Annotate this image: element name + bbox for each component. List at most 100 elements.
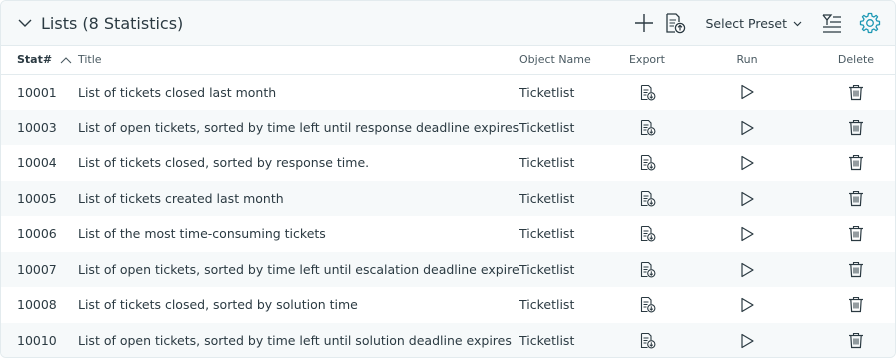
column-header-object[interactable]: Object Name (519, 46, 617, 75)
select-preset-dropdown[interactable]: Select Preset (705, 16, 802, 31)
stat-title[interactable]: List of tickets closed, sorted by soluti… (78, 287, 519, 323)
stat-title[interactable]: List of tickets closed, sorted by respon… (78, 145, 519, 181)
trash-icon (849, 119, 863, 135)
add-button[interactable] (633, 12, 655, 34)
stat-title[interactable]: List of tickets closed last month (78, 74, 519, 110)
document-download-icon (640, 332, 655, 349)
import-button[interactable] (663, 11, 687, 35)
stat-title[interactable]: List of open tickets, sorted by time lef… (78, 323, 519, 358)
delete-button[interactable] (848, 190, 864, 207)
export-button[interactable] (639, 225, 656, 242)
document-download-icon (640, 297, 655, 313)
stat-number[interactable]: 10003 (1, 110, 78, 146)
document-upload-icon (666, 13, 686, 34)
run-button[interactable] (739, 226, 755, 242)
stat-title[interactable]: List of tickets created last month (78, 181, 519, 217)
widget-header: Lists (8 Statistics) Select Preset (1, 1, 895, 46)
column-header-title[interactable]: Title (78, 46, 519, 75)
play-icon (741, 333, 754, 348)
stat-number[interactable]: 10005 (1, 181, 78, 217)
run-button[interactable] (739, 333, 755, 349)
play-icon (741, 85, 754, 100)
column-header-stat[interactable]: Stat# (1, 46, 78, 75)
object-name: Ticketlist (519, 155, 575, 171)
object-name: Ticketlist (519, 84, 575, 100)
collapse-toggle[interactable] (17, 15, 33, 31)
document-download-icon (640, 190, 655, 207)
column-label-delete: Delete (837, 53, 875, 67)
delete-button[interactable] (848, 84, 864, 101)
run-button[interactable] (739, 84, 755, 100)
column-label-object: Object Name (519, 53, 591, 67)
run-button[interactable] (739, 120, 755, 136)
play-icon (741, 120, 754, 135)
document-download-icon (640, 119, 655, 136)
sort-ascending-icon (60, 57, 72, 64)
table-row[interactable]: 10004 List of tickets closed, sorted by … (1, 145, 895, 181)
table-row[interactable]: 10001 List of tickets closed last month … (1, 74, 895, 110)
table-row[interactable]: 10007 List of open tickets, sorted by ti… (1, 251, 895, 288)
trash-icon (849, 261, 863, 277)
preset-label: Select Preset (705, 15, 787, 31)
trash-icon (849, 190, 863, 206)
stat-number[interactable]: 10001 (1, 74, 78, 110)
trash-icon (849, 226, 863, 242)
statistics-table: Stat# Title Object Name Export Run Delet… (1, 46, 895, 358)
stat-number[interactable]: 10006 (1, 216, 78, 252)
object-name: Ticketlist (519, 119, 575, 135)
plus-icon (635, 14, 654, 32)
object-name: Ticketlist (519, 261, 575, 277)
stat-title[interactable]: List of open tickets, sorted by time lef… (78, 110, 519, 146)
export-button[interactable] (639, 154, 656, 171)
run-button[interactable] (739, 262, 755, 278)
column-header-run: Run (677, 46, 817, 75)
run-button[interactable] (739, 297, 755, 313)
export-button[interactable] (639, 296, 656, 313)
column-label-title: Title (78, 53, 102, 67)
delete-button[interactable] (848, 332, 864, 349)
table-body: 10001 List of tickets closed last month … (1, 74, 895, 358)
export-button[interactable] (639, 332, 656, 349)
delete-button[interactable] (848, 296, 864, 313)
stat-number[interactable]: 10007 (1, 252, 78, 288)
chevron-down-icon (793, 21, 802, 26)
table-header-row: Stat# Title Object Name Export Run Delet… (1, 46, 895, 75)
widget-title: Lists (8 Statistics) (41, 13, 184, 33)
stat-title[interactable]: List of open tickets, sorted by time lef… (78, 252, 519, 288)
export-button[interactable] (639, 190, 656, 207)
delete-button[interactable] (848, 225, 864, 242)
delete-button[interactable] (848, 261, 864, 278)
object-name: Ticketlist (519, 332, 575, 348)
delete-button[interactable] (848, 154, 864, 171)
filter-button[interactable] (820, 11, 844, 35)
play-icon (741, 226, 754, 242)
chevron-down-icon (18, 19, 32, 27)
stat-number[interactable]: 10008 (1, 287, 78, 323)
column-label-run: Run (736, 53, 758, 67)
document-download-icon (640, 226, 655, 242)
table-row[interactable]: 10010 List of open tickets, sorted by ti… (1, 322, 895, 358)
trash-icon (849, 297, 863, 313)
stat-number[interactable]: 10010 (1, 323, 78, 358)
stat-title[interactable]: List of the most time-consuming tickets (78, 216, 519, 252)
export-button[interactable] (639, 84, 656, 101)
export-button[interactable] (639, 119, 656, 136)
document-download-icon (640, 155, 655, 171)
trash-icon (849, 155, 863, 171)
run-button[interactable] (739, 191, 755, 207)
table-row[interactable]: 10005 List of tickets created last month… (1, 180, 895, 217)
table-row[interactable]: 10006 List of the most time-consuming ti… (1, 216, 895, 252)
delete-button[interactable] (848, 119, 864, 136)
table-row[interactable]: 10008 List of tickets closed, sorted by … (1, 287, 895, 323)
table-row[interactable]: 10003 List of open tickets, sorted by ti… (1, 109, 895, 146)
export-button[interactable] (639, 261, 656, 278)
settings-button[interactable] (858, 11, 882, 35)
trash-icon (849, 84, 863, 100)
statistics-widget: Lists (8 Statistics) Select Preset Stat#… (0, 0, 896, 358)
document-download-icon (640, 84, 655, 100)
stat-number[interactable]: 10004 (1, 145, 78, 181)
play-icon (741, 297, 754, 313)
trash-icon (849, 332, 863, 348)
run-button[interactable] (739, 155, 755, 171)
document-download-icon (640, 261, 655, 278)
